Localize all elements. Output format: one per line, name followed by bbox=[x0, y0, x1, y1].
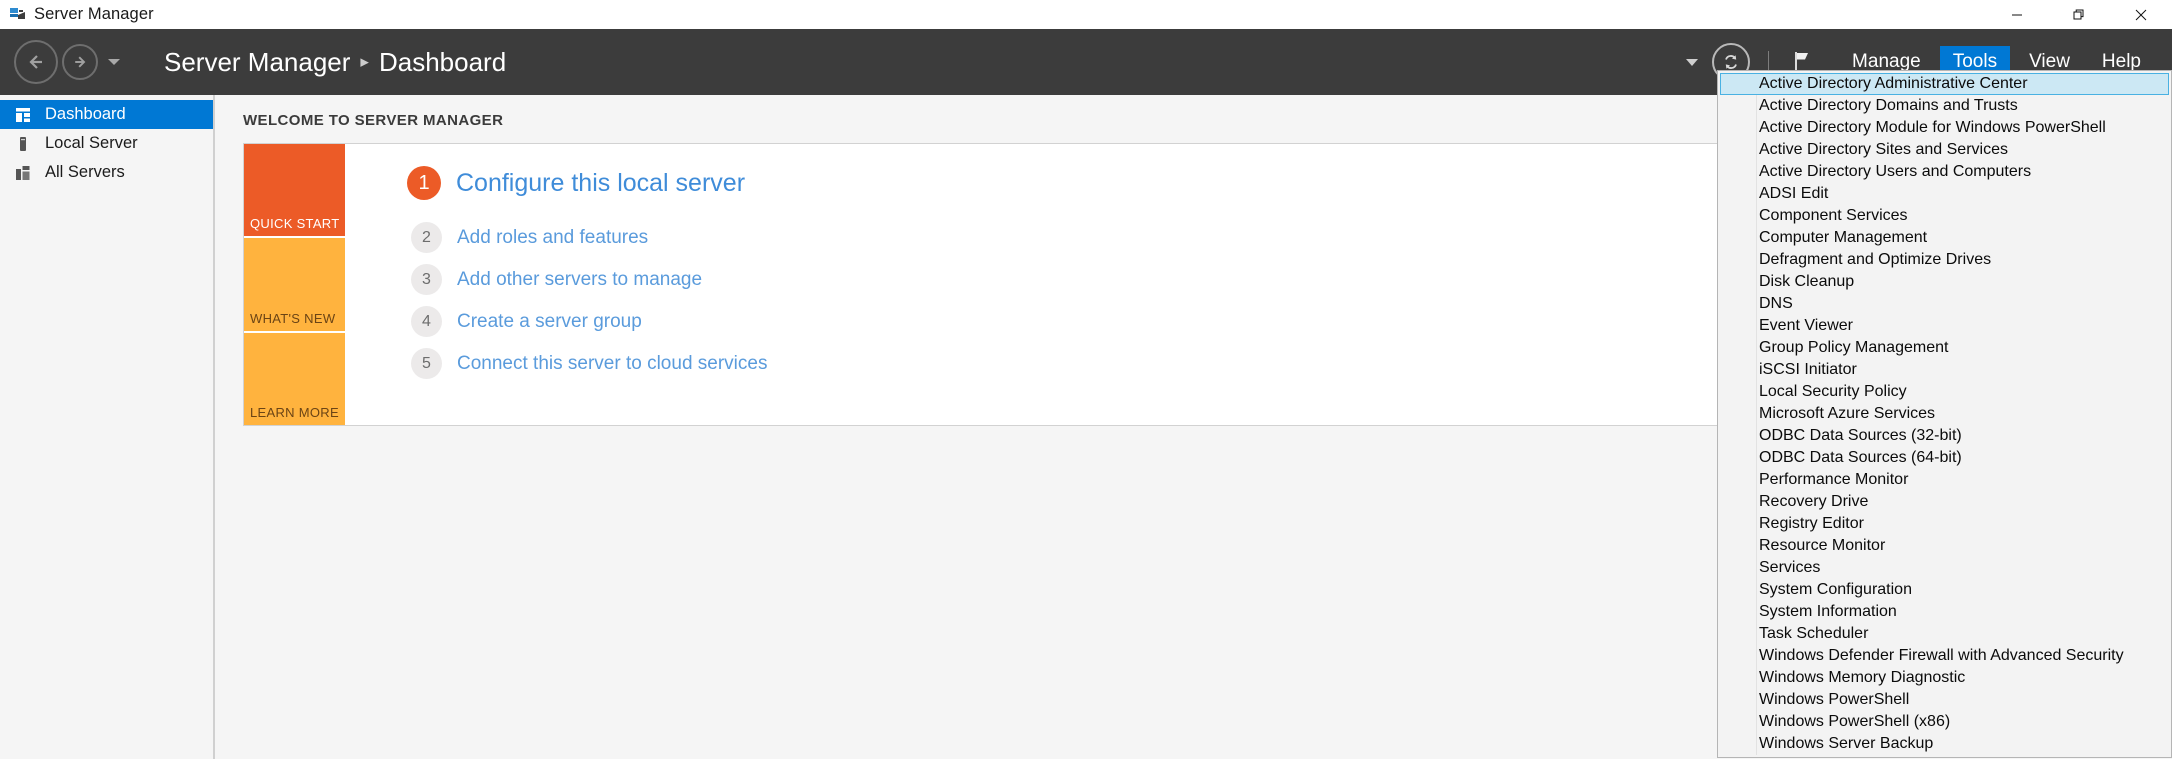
tools-menu-item[interactable]: ODBC Data Sources (64-bit) bbox=[1720, 447, 2169, 469]
tools-menu-item[interactable]: DNS bbox=[1720, 293, 2169, 315]
minimize-button[interactable] bbox=[1986, 0, 2048, 29]
all-servers-icon bbox=[14, 164, 31, 181]
step-number: 2 bbox=[411, 222, 442, 253]
step-link[interactable]: Add other servers to manage bbox=[457, 269, 702, 291]
tools-menu-item[interactable]: Active Directory Users and Computers bbox=[1720, 161, 2169, 183]
breadcrumb: Server Manager ▸ Dashboard bbox=[164, 47, 506, 78]
tools-menu-item[interactable]: Performance Monitor bbox=[1720, 469, 2169, 491]
tools-menu-item[interactable]: Defragment and Optimize Drives bbox=[1720, 249, 2169, 271]
tools-menu-item[interactable]: System Information bbox=[1720, 601, 2169, 623]
tools-menu-item[interactable]: Windows Defender Firewall with Advanced … bbox=[1720, 645, 2169, 667]
tile-label: WHAT'S NEW bbox=[250, 310, 336, 326]
tools-menu-item[interactable]: Windows PowerShell bbox=[1720, 689, 2169, 711]
step-link[interactable]: Create a server group bbox=[457, 311, 642, 333]
server-manager-window: Server Manager Server Manager ▸ Dashboar… bbox=[0, 0, 2172, 759]
tools-menu-item[interactable]: Windows Memory Diagnostic bbox=[1720, 667, 2169, 689]
sidebar-item-all-servers[interactable]: All Servers bbox=[0, 158, 213, 187]
tools-menu-item[interactable]: iSCSI Initiator bbox=[1720, 359, 2169, 381]
tools-menu-item[interactable]: Services bbox=[1720, 557, 2169, 579]
tools-menu-item[interactable]: ADSI Edit bbox=[1720, 183, 2169, 205]
tools-menu-item[interactable]: System Configuration bbox=[1720, 579, 2169, 601]
window-controls bbox=[1986, 0, 2172, 29]
tile-learn-more[interactable]: LEARN MORE bbox=[244, 332, 345, 425]
tools-menu-item[interactable]: Windows Server Backup bbox=[1720, 733, 2169, 755]
forward-arrow-icon[interactable] bbox=[62, 44, 98, 80]
sidebar-item-label: Dashboard bbox=[45, 105, 126, 123]
step-number: 4 bbox=[411, 306, 442, 337]
tools-menu-item[interactable]: Active Directory Sites and Services bbox=[1720, 139, 2169, 161]
step-number: 3 bbox=[411, 264, 442, 295]
tools-dropdown-menu: Active Directory Administrative Center Ac… bbox=[1717, 70, 2172, 758]
tile-whats-new[interactable]: WHAT'S NEW bbox=[244, 238, 345, 331]
tools-menu-item[interactable]: Resource Monitor bbox=[1720, 535, 2169, 557]
step-number: 5 bbox=[411, 348, 442, 379]
tools-menu-item[interactable]: Microsoft Azure Services bbox=[1720, 403, 2169, 425]
tile-column: QUICK START WHAT'S NEW LEARN MORE bbox=[244, 144, 345, 425]
chevron-down-icon[interactable] bbox=[108, 59, 120, 65]
step-link[interactable]: Connect this server to cloud services bbox=[457, 353, 767, 375]
restore-button[interactable] bbox=[2048, 0, 2110, 29]
sidebar-item-label: All Servers bbox=[45, 163, 125, 181]
back-arrow-icon[interactable] bbox=[14, 40, 58, 84]
tile-quick-start[interactable]: QUICK START bbox=[244, 144, 345, 237]
title-bar: Server Manager bbox=[0, 0, 2172, 29]
tools-menu-item[interactable]: Windows PowerShell (x86) bbox=[1720, 711, 2169, 733]
sidebar-item-dashboard[interactable]: Dashboard bbox=[0, 100, 213, 129]
step-number: 1 bbox=[407, 166, 441, 200]
tile-label: QUICK START bbox=[250, 216, 340, 232]
window-title: Server Manager bbox=[34, 5, 154, 23]
tile-label: LEARN MORE bbox=[250, 404, 339, 420]
server-icon bbox=[14, 135, 31, 152]
breadcrumb-separator-icon: ▸ bbox=[360, 52, 369, 71]
tools-menu-item[interactable]: Local Security Policy bbox=[1720, 381, 2169, 403]
breadcrumb-leaf: Dashboard bbox=[378, 46, 507, 77]
tools-menu-item[interactable]: Disk Cleanup bbox=[1720, 271, 2169, 293]
server-manager-icon bbox=[8, 5, 28, 25]
sidebar: Dashboard Local Server All Servers bbox=[0, 95, 215, 759]
tools-menu-item[interactable]: Active Directory Administrative Center bbox=[1720, 73, 2169, 95]
tools-menu-item[interactable]: Component Services bbox=[1720, 205, 2169, 227]
sidebar-item-local-server[interactable]: Local Server bbox=[0, 129, 213, 158]
tools-menu-list: Active Directory Administrative Center Ac… bbox=[1720, 73, 2169, 755]
tools-menu-item[interactable]: Registry Editor bbox=[1720, 513, 2169, 535]
tools-menu-item[interactable]: Event Viewer bbox=[1720, 315, 2169, 337]
tools-menu-item[interactable]: ODBC Data Sources (32-bit) bbox=[1720, 425, 2169, 447]
tools-menu-item[interactable]: Group Policy Management bbox=[1720, 337, 2169, 359]
dashboard-grid-icon bbox=[14, 106, 31, 123]
tools-menu-item[interactable]: Active Directory Module for Windows Powe… bbox=[1720, 117, 2169, 139]
chevron-down-icon[interactable] bbox=[1686, 58, 1699, 66]
tools-menu-item[interactable]: Task Scheduler bbox=[1720, 623, 2169, 645]
breadcrumb-root[interactable]: Server Manager bbox=[164, 47, 350, 78]
tools-menu-item[interactable]: Active Directory Domains and Trusts bbox=[1720, 95, 2169, 117]
step-link[interactable]: Configure this local server bbox=[456, 169, 745, 198]
step-link[interactable]: Add roles and features bbox=[457, 227, 648, 249]
tools-menu-item[interactable]: Computer Management bbox=[1720, 227, 2169, 249]
navigation-buttons bbox=[14, 40, 120, 84]
tools-menu-item[interactable]: Recovery Drive bbox=[1720, 491, 2169, 513]
sidebar-item-label: Local Server bbox=[45, 134, 138, 152]
close-button[interactable] bbox=[2110, 0, 2172, 29]
